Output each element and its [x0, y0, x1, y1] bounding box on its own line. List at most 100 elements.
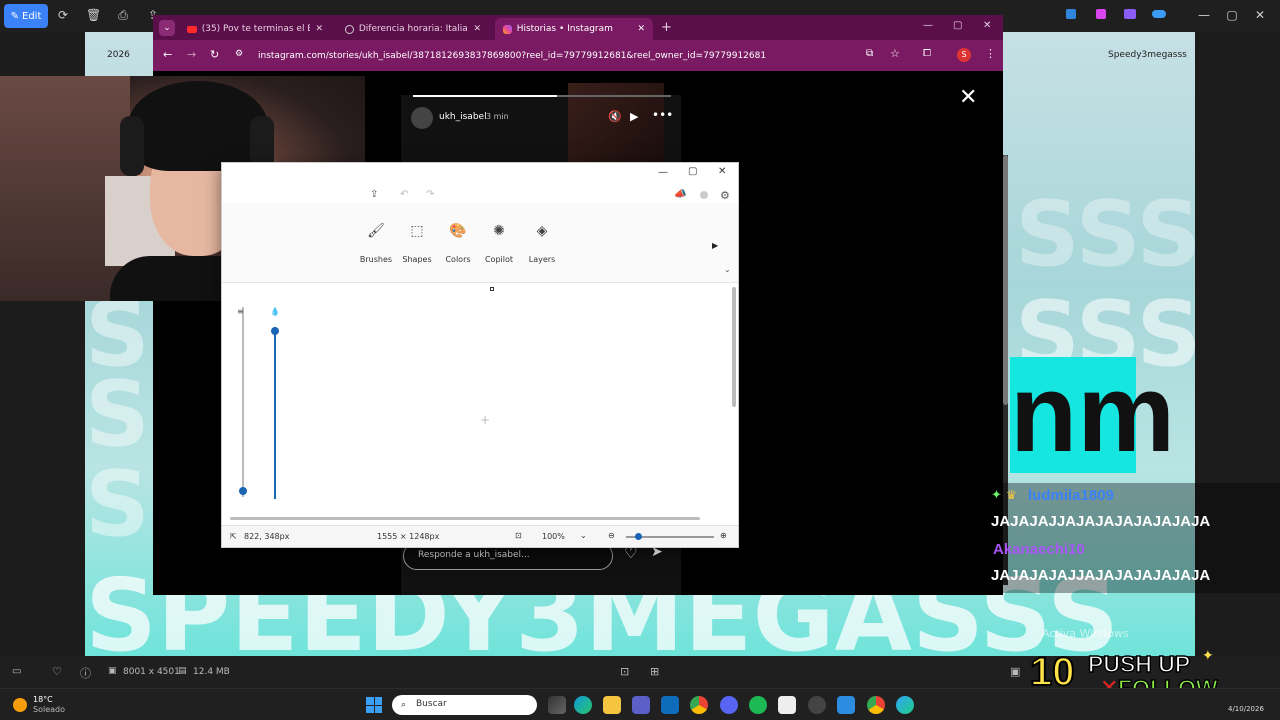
- clock-date[interactable]: 4/10/2026: [1228, 705, 1264, 713]
- edit-icon: ✎: [10, 10, 19, 22]
- size-slider-thumb[interactable]: [239, 487, 247, 495]
- start-icon[interactable]: [366, 697, 382, 713]
- play-icon[interactable]: ▶: [630, 110, 638, 123]
- paint-share-icon[interactable]: ⇪: [370, 189, 378, 200]
- year-label: 2026: [107, 50, 130, 60]
- ribbon-more-icon[interactable]: ▶: [712, 241, 718, 250]
- paint-ribbon: 🖌 Brushes ⬚ Shapes 🎨 Colors ✺ Copilot ◈ …: [222, 203, 738, 283]
- ribbon-label: Brushes: [359, 255, 393, 264]
- profile-avatar[interactable]: S: [957, 48, 971, 62]
- browser-maximize-icon[interactable]: ▢: [953, 20, 962, 31]
- weather-temp[interactable]: 18°C: [33, 695, 53, 704]
- canvas-handle[interactable]: [490, 287, 494, 291]
- fit-screen-icon[interactable]: ⊡: [620, 665, 629, 678]
- forward-icon[interactable]: →: [187, 48, 196, 61]
- app-icon-1[interactable]: [1066, 9, 1076, 19]
- app-icon[interactable]: [778, 696, 796, 714]
- maximize-icon[interactable]: ▢: [1224, 8, 1240, 22]
- ribbon-collapse-icon[interactable]: ⌄: [724, 265, 731, 274]
- ribbon-copilot[interactable]: ✺ Copilot: [477, 223, 521, 264]
- account-icon[interactable]: [700, 191, 708, 199]
- tab-list-button[interactable]: ⌄: [159, 20, 175, 36]
- app-icon-3[interactable]: [1124, 9, 1136, 19]
- opacity-slider-thumb[interactable]: [271, 327, 279, 335]
- back-icon[interactable]: ←: [163, 48, 172, 61]
- outlook-icon[interactable]: [661, 696, 679, 714]
- new-tab-icon[interactable]: +: [661, 20, 672, 35]
- paint-maximize-icon[interactable]: ▢: [688, 166, 697, 177]
- bookmark-icon[interactable]: ☆: [890, 47, 900, 60]
- menu-icon[interactable]: ⋮: [985, 47, 996, 60]
- explorer-icon[interactable]: [603, 696, 621, 714]
- minimize-icon[interactable]: —: [1196, 8, 1212, 22]
- info-icon[interactable]: ⓘ: [80, 665, 91, 681]
- paint-minimize-icon[interactable]: —: [658, 167, 668, 178]
- close-icon[interactable]: ✕: [1252, 8, 1268, 22]
- edit-button[interactable]: ✎ Edit: [4, 4, 48, 28]
- zoom-out-icon[interactable]: ⊖: [608, 531, 615, 540]
- zoom-slider-thumb[interactable]: [635, 533, 642, 540]
- story-avatar[interactable]: [411, 107, 433, 129]
- ribbon-label: Shapes: [402, 255, 432, 264]
- ribbon-layers[interactable]: ◈ Layers: [520, 223, 564, 264]
- delete-icon[interactable]: 🗑: [86, 8, 101, 22]
- reload-icon[interactable]: ↻: [210, 48, 219, 61]
- ribbon-colors[interactable]: 🎨 Colors: [436, 223, 480, 264]
- tab-youtube[interactable]: (35) Pov te terminas el Bully - Y ✕: [179, 18, 331, 40]
- paint-canvas[interactable]: ≡ 💧 +: [222, 287, 738, 520]
- undo-icon[interactable]: ↶: [400, 189, 408, 200]
- ribbon-label: Copilot: [484, 255, 514, 264]
- teams-icon[interactable]: [632, 696, 650, 714]
- rotate-icon[interactable]: ⟳: [56, 8, 70, 22]
- favorite-icon[interactable]: ♡: [52, 665, 62, 678]
- fit-icon[interactable]: ⊡: [515, 531, 522, 540]
- story-close-icon[interactable]: ✕: [959, 85, 977, 110]
- browser-close-icon[interactable]: ✕: [983, 20, 991, 31]
- onedrive-icon[interactable]: [1152, 10, 1166, 18]
- edge-icon[interactable]: [574, 696, 592, 714]
- feedback-icon[interactable]: 📣: [674, 189, 686, 200]
- obs-icon[interactable]: [808, 696, 826, 714]
- canvas-hscrollbar[interactable]: [230, 517, 700, 520]
- url-field[interactable]: instagram.com/stories/ukh_isabel/3871812…: [258, 51, 766, 61]
- browser-alt-icon[interactable]: [896, 696, 914, 714]
- install-icon[interactable]: ⧉: [866, 48, 873, 59]
- filmstrip-icon[interactable]: ▭: [12, 666, 21, 677]
- tab-close-icon[interactable]: ✕: [473, 24, 481, 34]
- browser-minimize-icon[interactable]: —: [923, 20, 933, 31]
- canvas-vscrollbar[interactable]: [732, 287, 736, 407]
- discord-icon[interactable]: [720, 696, 738, 714]
- zoom-in-icon[interactable]: ⊕: [720, 531, 727, 540]
- site-info-icon[interactable]: ⚙: [235, 49, 243, 59]
- photos-icon[interactable]: [837, 696, 855, 714]
- app-icon-2[interactable]: [1096, 9, 1106, 19]
- spotify-icon[interactable]: [749, 696, 767, 714]
- chrome-profile-icon[interactable]: [867, 696, 885, 714]
- print-icon[interactable]: ⎙: [116, 8, 130, 22]
- taskview-icon[interactable]: [548, 696, 566, 714]
- redo-icon[interactable]: ↷: [426, 189, 434, 200]
- ribbon-brushes[interactable]: 🖌 Brushes: [354, 223, 398, 264]
- story-username[interactable]: ukh_isabel: [439, 112, 487, 122]
- chrome-icon[interactable]: [690, 696, 708, 714]
- ribbon-shapes[interactable]: ⬚ Shapes: [395, 223, 439, 264]
- zoom-select[interactable]: 100%: [542, 532, 565, 541]
- weather-icon[interactable]: [13, 698, 27, 712]
- more-icon[interactable]: •••: [652, 108, 673, 122]
- tab-timezone[interactable]: Diferencia horaria: Italia, Europ ✕: [337, 18, 489, 40]
- tab-instagram[interactable]: Historias • Instagram ✕: [495, 18, 653, 40]
- taskbar-search[interactable]: Buscar: [392, 695, 537, 715]
- actual-size-icon[interactable]: ⊞: [650, 665, 659, 678]
- tab-close-icon[interactable]: ✕: [315, 24, 323, 34]
- scrollbar-thumb[interactable]: [1003, 155, 1008, 405]
- clock-icon: [345, 24, 354, 34]
- settings-icon[interactable]: ⚙: [720, 189, 730, 202]
- weather-desc[interactable]: Soleado: [33, 705, 65, 714]
- zoom-dropdown-icon[interactable]: ⌄: [580, 531, 587, 540]
- extensions-icon[interactable]: ⧠: [923, 48, 931, 59]
- ribbon-label: Layers: [528, 255, 556, 264]
- tab-close-icon[interactable]: ✕: [637, 24, 645, 34]
- mute-icon[interactable]: 🔇: [608, 110, 622, 123]
- slideshow-icon[interactable]: ▣: [1010, 665, 1020, 678]
- paint-close-icon[interactable]: ✕: [718, 166, 726, 177]
